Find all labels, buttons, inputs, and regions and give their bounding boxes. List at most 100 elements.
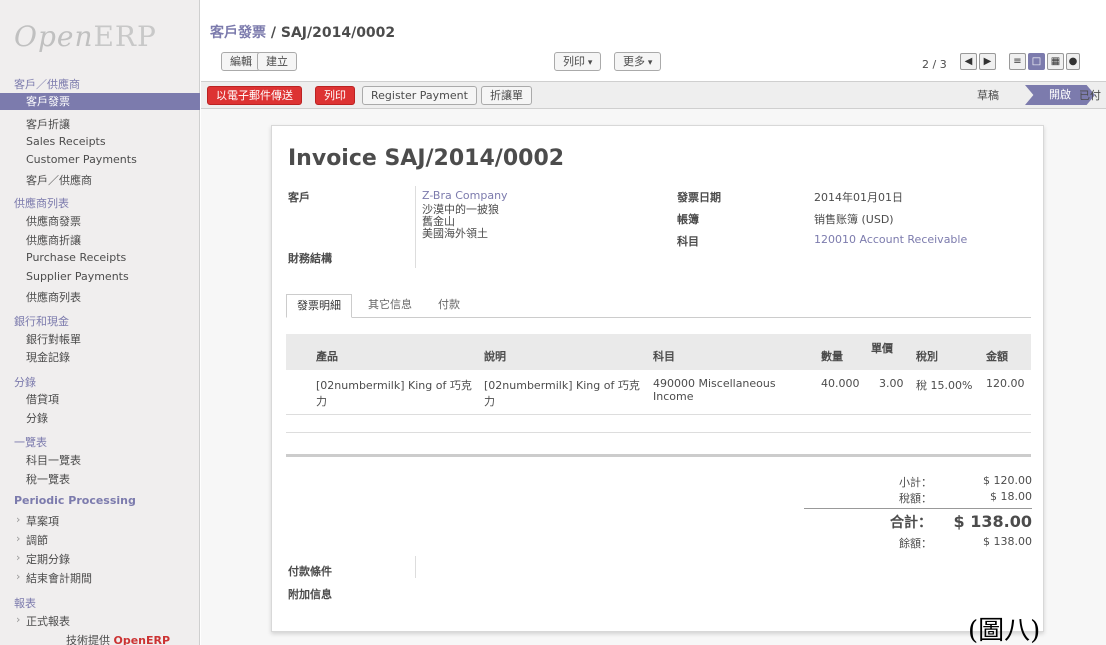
sidebar: OpenERP 客戶／供應商 客戶發票 客戶折讓 Sales Receipts …	[0, 0, 200, 645]
main-content: 客戶發票 / SAJ/2014/0002 編輯 建立 列印 更多 2 / 3 ◀…	[201, 0, 1106, 645]
print-button[interactable]: 列印	[315, 86, 355, 105]
tax-value: $ 18.00	[990, 490, 1032, 503]
line-product[interactable]: [02numbermilk] King of 巧克力	[316, 377, 472, 409]
menu-item-journal-items[interactable]: 借貸項	[26, 391, 59, 407]
print-dropdown[interactable]: 列印	[554, 52, 602, 71]
menu-item-customer-payments[interactable]: Customer Payments	[26, 153, 137, 166]
breadcrumb-separator: /	[266, 25, 281, 41]
line-quantity[interactable]: 40.000	[821, 377, 860, 390]
edit-button[interactable]: 編輯	[221, 52, 261, 71]
journal-value: 销售账簿 (USD)	[814, 213, 894, 226]
menu-item-customer-invoices[interactable]: 客戶發票	[0, 93, 200, 110]
invoice-date-label: 發票日期	[677, 191, 721, 204]
menu-section-periodic-processing[interactable]: Periodic Processing	[14, 494, 136, 507]
send-email-button[interactable]: 以電子郵件傳送	[207, 86, 302, 105]
breadcrumb: 客戶發票 / SAJ/2014/0002	[210, 22, 395, 42]
invoice-form-sheet: Invoice SAJ/2014/0002 客戶 Z-Bra Company 沙…	[271, 125, 1044, 632]
menu-item-suppliers[interactable]: 供應商列表	[26, 289, 81, 305]
tax-label: 稅額：	[899, 492, 932, 505]
menu-section-journal-entries[interactable]: 分錄	[14, 374, 36, 390]
tab-other-info[interactable]: 其它信息	[358, 294, 422, 318]
menu-item-draft-entries[interactable]: 草案項	[16, 513, 59, 529]
field-divider	[415, 556, 416, 578]
row-divider	[286, 414, 1031, 415]
menu-item-customer-refunds[interactable]: 客戶折讓	[26, 116, 70, 132]
tab-invoice-lines[interactable]: 發票明細	[286, 294, 352, 318]
customer-label: 客戶	[288, 191, 310, 204]
col-quantity[interactable]: 數量	[821, 348, 843, 364]
line-description[interactable]: [02numbermilk] King of 巧克力	[484, 377, 640, 409]
journal-label: 帳簿	[677, 213, 699, 226]
account-label: 科目	[677, 235, 699, 248]
subtotal-value: $ 120.00	[983, 474, 1032, 487]
pager-value: 2 / 3	[922, 58, 947, 71]
menu-section-customers[interactable]: 客戶／供應商	[14, 76, 80, 92]
invoice-title: Invoice SAJ/2014/0002	[288, 146, 565, 171]
menu-section-bank-cash[interactable]: 銀行和現金	[14, 313, 69, 329]
more-dropdown[interactable]: 更多	[614, 52, 662, 71]
total-label: 合計：	[890, 515, 932, 531]
stage-draft[interactable]: 草稿	[977, 87, 999, 103]
subtotal-label: 小計：	[899, 476, 932, 489]
balance-label: 餘額：	[899, 537, 932, 550]
menu-item-end-of-period[interactable]: 結束會計期間	[16, 570, 92, 586]
field-divider	[415, 186, 416, 268]
menu-item-journal-entries[interactable]: 分錄	[26, 410, 48, 426]
breadcrumb-current: SAJ/2014/0002	[280, 25, 396, 41]
col-taxes[interactable]: 稅別	[916, 348, 938, 364]
col-amount[interactable]: 金額	[986, 348, 1008, 364]
balance-value: $ 138.00	[983, 535, 1032, 548]
menu-section-charts[interactable]: 一覽表	[14, 434, 47, 450]
figure-caption: (圖八)	[968, 616, 1041, 645]
calendar-view-icon[interactable]: ▦	[1047, 53, 1064, 70]
row-divider	[286, 432, 1031, 433]
menu-item-customers[interactable]: 客戶／供應商	[26, 172, 92, 188]
previous-record-icon[interactable]: ◀	[960, 53, 977, 70]
line-amount: 120.00	[986, 377, 1025, 390]
invoice-tabs: 發票明細 其它信息 付款	[286, 294, 1031, 318]
menu-item-legal-reports[interactable]: 正式報表	[16, 613, 70, 629]
menu-section-reporting[interactable]: 報表	[14, 595, 36, 611]
graph-view-icon[interactable]: ●	[1066, 53, 1080, 70]
line-taxes[interactable]: 稅 15.00%	[916, 377, 972, 393]
menu-item-chart-of-taxes[interactable]: 稅一覽表	[26, 471, 70, 487]
menu-section-suppliers[interactable]: 供應商列表	[14, 195, 69, 211]
account-value[interactable]: 120010 Account Receivable	[814, 233, 967, 246]
menu-item-supplier-refunds[interactable]: 供應商折讓	[26, 232, 81, 248]
openerp-logo[interactable]: OpenERP	[14, 20, 157, 53]
total-value: $ 138.00	[953, 512, 1032, 531]
col-account[interactable]: 科目	[653, 348, 675, 364]
powered-by[interactable]: 技術提供 OpenERP	[66, 632, 170, 645]
customer-address-line-3: 美國海外領土	[422, 227, 488, 240]
next-record-icon[interactable]: ▶	[979, 53, 996, 70]
menu-item-supplier-invoices[interactable]: 供應商發票	[26, 213, 81, 229]
menu-item-reconciliation[interactable]: 調節	[16, 532, 48, 548]
menu-item-cash-registers[interactable]: 現金記錄	[26, 349, 70, 365]
line-account[interactable]: 490000 Miscellaneous Income	[653, 377, 776, 403]
menu-item-supplier-payments[interactable]: Supplier Payments	[26, 270, 129, 283]
menu-item-chart-of-accounts[interactable]: 科目一覽表	[26, 452, 81, 468]
list-view-icon[interactable]: ≡	[1009, 53, 1026, 70]
menu-item-purchase-receipts[interactable]: Purchase Receipts	[26, 251, 126, 264]
stage-paid[interactable]: 已付	[1079, 87, 1101, 103]
fiscal-position-label: 財務結構	[288, 252, 332, 265]
col-description[interactable]: 說明	[484, 348, 506, 364]
menu-item-bank-statements[interactable]: 銀行對帳單	[26, 331, 81, 347]
col-product[interactable]: 產品	[316, 348, 338, 364]
menu-item-sales-receipts[interactable]: Sales Receipts	[26, 135, 106, 148]
breadcrumb-parent[interactable]: 客戶發票	[210, 25, 266, 41]
col-unit-price[interactable]: 單價	[871, 340, 893, 356]
tab-payments[interactable]: 付款	[428, 294, 470, 318]
line-unit-price[interactable]: 3.00	[879, 377, 904, 390]
status-bar: 以電子郵件傳送 列印 Register Payment 折讓單 草稿 開啟 已付	[201, 82, 1106, 109]
refund-button[interactable]: 折讓單	[481, 86, 532, 105]
payment-terms-label: 付款條件	[288, 565, 332, 578]
register-payment-button[interactable]: Register Payment	[362, 86, 477, 105]
view-header: 客戶發票 / SAJ/2014/0002 編輯 建立 列印 更多 2 / 3 ◀…	[201, 0, 1106, 82]
menu-item-recurring-entries[interactable]: 定期分錄	[16, 551, 70, 567]
create-button[interactable]: 建立	[257, 52, 297, 71]
table-footer-divider	[286, 454, 1031, 457]
form-view-icon[interactable]: □	[1028, 53, 1045, 70]
invoice-date-value: 2014年01月01日	[814, 191, 903, 204]
total-divider	[804, 508, 1032, 509]
